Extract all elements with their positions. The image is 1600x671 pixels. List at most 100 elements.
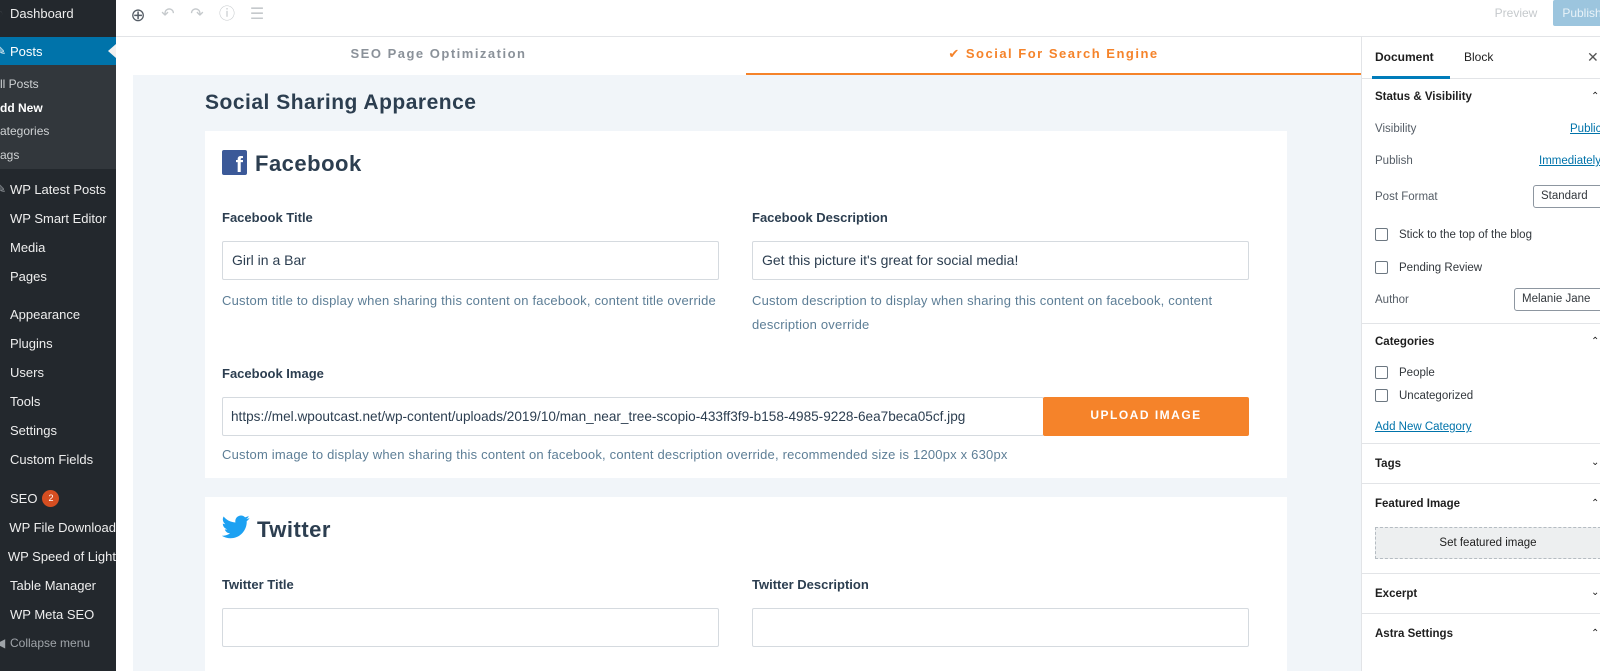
chevron-down-icon[interactable]: ⌄ [1591,457,1599,468]
seo-notification-badge: 2 [42,489,60,507]
tags-title[interactable]: Tags [1375,458,1401,470]
tab-social-for-search-engine[interactable]: ✔ Social For Search Engine [746,37,1361,75]
settings-icon: · [0,423,6,437]
twitter-title-label: Twitter Title [222,577,294,592]
category-label-people: People [1399,367,1435,379]
astra-settings-panel: Astra Settings ⌃ [1362,614,1600,671]
outline-icon[interactable]: ☰ [246,4,268,26]
menu-settings[interactable]: ·Settings [0,417,116,443]
status-visibility-panel: Status & Visibility ⌃ Visibility Public … [1362,79,1600,324]
page-icon: · [0,269,6,283]
publish-date-toggle[interactable]: Immediately [1539,155,1600,167]
chevron-up-icon[interactable]: ⌃ [1591,628,1599,639]
twitter-description-input[interactable] [752,608,1249,647]
menu-posts[interactable]: ✎ Posts [0,37,116,65]
chevron-down-icon[interactable]: ⌄ [1591,587,1599,598]
menu-table-manager[interactable]: ·Table Manager [0,572,116,598]
categories-title[interactable]: Categories [1375,336,1434,348]
menu-media[interactable]: ▪Media [0,234,116,260]
meta-icon: · [0,607,6,621]
undo-icon[interactable]: ↶ [157,4,179,26]
twitter-heading: Twitter [257,517,331,542]
collapse-menu[interactable]: ◀ Collapse menu [0,630,116,656]
twitter-description-label: Twitter Description [752,577,869,592]
pin-icon: ✎ [0,44,7,58]
sticky-checkbox[interactable] [1375,228,1388,241]
page-title: Social Sharing Apparence [205,91,477,114]
astra-settings-title[interactable]: Astra Settings [1375,628,1453,640]
chevron-up-icon[interactable]: ⌃ [1591,498,1599,509]
submenu-tags[interactable]: ags [0,148,19,162]
menu-plugins[interactable]: ·Plugins [0,330,116,356]
twitter-title-input[interactable] [222,608,719,647]
author-select[interactable]: Melanie Jane [1514,288,1600,311]
chevron-up-icon[interactable]: ⌃ [1591,91,1599,102]
category-checkbox-uncategorized[interactable] [1375,389,1388,402]
submenu-add-new[interactable]: dd New [0,101,43,115]
app-window: ◐Dashboard ✎Posts ll Posts dd New ategor… [0,0,1600,671]
download-icon: · [0,520,5,534]
menu-appearance[interactable]: ·Appearance [0,301,116,327]
menu-custom-fields[interactable]: ·Custom Fields [0,446,116,472]
menu-seo[interactable]: ·SEO2 [0,485,116,511]
menu-pages[interactable]: ·Pages [0,263,116,289]
dashboard-icon: ◐ [0,6,6,20]
seo-icon: · [0,491,6,505]
editor-canvas: SEO Page Optimization ✔ Social For Searc… [116,37,1361,671]
category-checkbox-people[interactable] [1375,366,1388,379]
sidebar-tabs: Document Block ✕ [1362,37,1600,79]
brush-icon: · [0,307,6,321]
featured-image-title[interactable]: Featured Image [1375,498,1460,510]
menu-wp-meta-seo[interactable]: ·WP Meta SEO [0,601,116,627]
facebook-title-input[interactable]: Girl in a Bar [222,241,719,280]
add-block-icon[interactable]: ⊕ [127,4,149,26]
menu-users[interactable]: ·Users [0,359,116,385]
close-icon[interactable]: ✕ [1587,37,1599,79]
pending-review-checkbox[interactable] [1375,261,1388,274]
chevron-up-icon[interactable]: ⌃ [1591,336,1599,347]
pending-review-label: Pending Review [1399,262,1483,274]
featured-image-panel: Featured Image ⌃ Set featured image [1362,484,1600,574]
facebook-description-help: Custom description to display when shari… [752,293,1213,332]
menu-wp-latest-posts[interactable]: ✎ WP Latest Posts [0,176,116,202]
plugin-icon: · [0,336,6,350]
editor-toolbar: ⊕ ↶ ↷ ⓘ ☰ Preview Publish... ⚙ (y) ⋮ [116,0,1600,37]
submenu-all-posts[interactable]: ll Posts [0,77,39,91]
twitter-card: Twitter Twitter Title Twitter Descriptio… [205,497,1287,671]
facebook-heading: Facebook [255,151,362,176]
publish-button[interactable]: Publish... [1553,0,1600,26]
excerpt-title[interactable]: Excerpt [1375,588,1417,600]
menu-wp-smart-editor[interactable]: ·WP Smart Editor [0,205,116,231]
author-label: Author [1375,294,1409,306]
visibility-toggle[interactable]: Public [1570,123,1600,135]
twitter-bird-icon [221,515,250,539]
menu-tools[interactable]: ·Tools [0,388,116,414]
status-visibility-title[interactable]: Status & Visibility [1375,91,1472,103]
redo-icon[interactable]: ↷ [186,4,208,26]
visibility-label: Visibility [1375,123,1417,135]
publish-label: Publish [1375,155,1413,167]
facebook-image-url-input[interactable]: https://mel.wpoutcast.net/wp-content/upl… [222,397,1044,436]
menu-wp-speed-of-light[interactable]: ·WP Speed of Light [0,543,116,569]
add-new-category-link[interactable]: Add New Category [1375,421,1472,433]
media-icon: ▪ [0,240,6,254]
set-featured-image-button[interactable]: Set featured image [1375,527,1600,559]
submenu-categories[interactable]: ategories [0,124,49,138]
info-icon[interactable]: ⓘ [216,4,238,26]
menu-dashboard[interactable]: ◐Dashboard [0,0,116,26]
preview-button[interactable]: Preview [1487,0,1545,26]
menu-wp-file-download[interactable]: ·WP File Download [0,514,116,540]
sticky-label: Stick to the top of the blog [1399,229,1532,241]
speed-icon: · [0,549,4,563]
tab-block[interactable]: Block [1458,37,1518,79]
post-format-select[interactable]: Standard [1533,185,1600,208]
tab-document[interactable]: Document [1372,37,1450,79]
facebook-image-help: Custom image to display when sharing thi… [222,447,1008,462]
tab-seo-page-optimization[interactable]: SEO Page Optimization [133,37,744,75]
pin-icon: ✎ [0,182,7,196]
upload-image-button[interactable]: UPLOAD IMAGE [1043,397,1249,436]
wrench-icon: · [0,394,6,408]
facebook-description-input[interactable]: Get this picture it's great for social m… [752,241,1249,280]
facebook-icon: f [222,150,247,175]
meta-tabs: SEO Page Optimization ✔ Social For Searc… [133,37,1361,75]
